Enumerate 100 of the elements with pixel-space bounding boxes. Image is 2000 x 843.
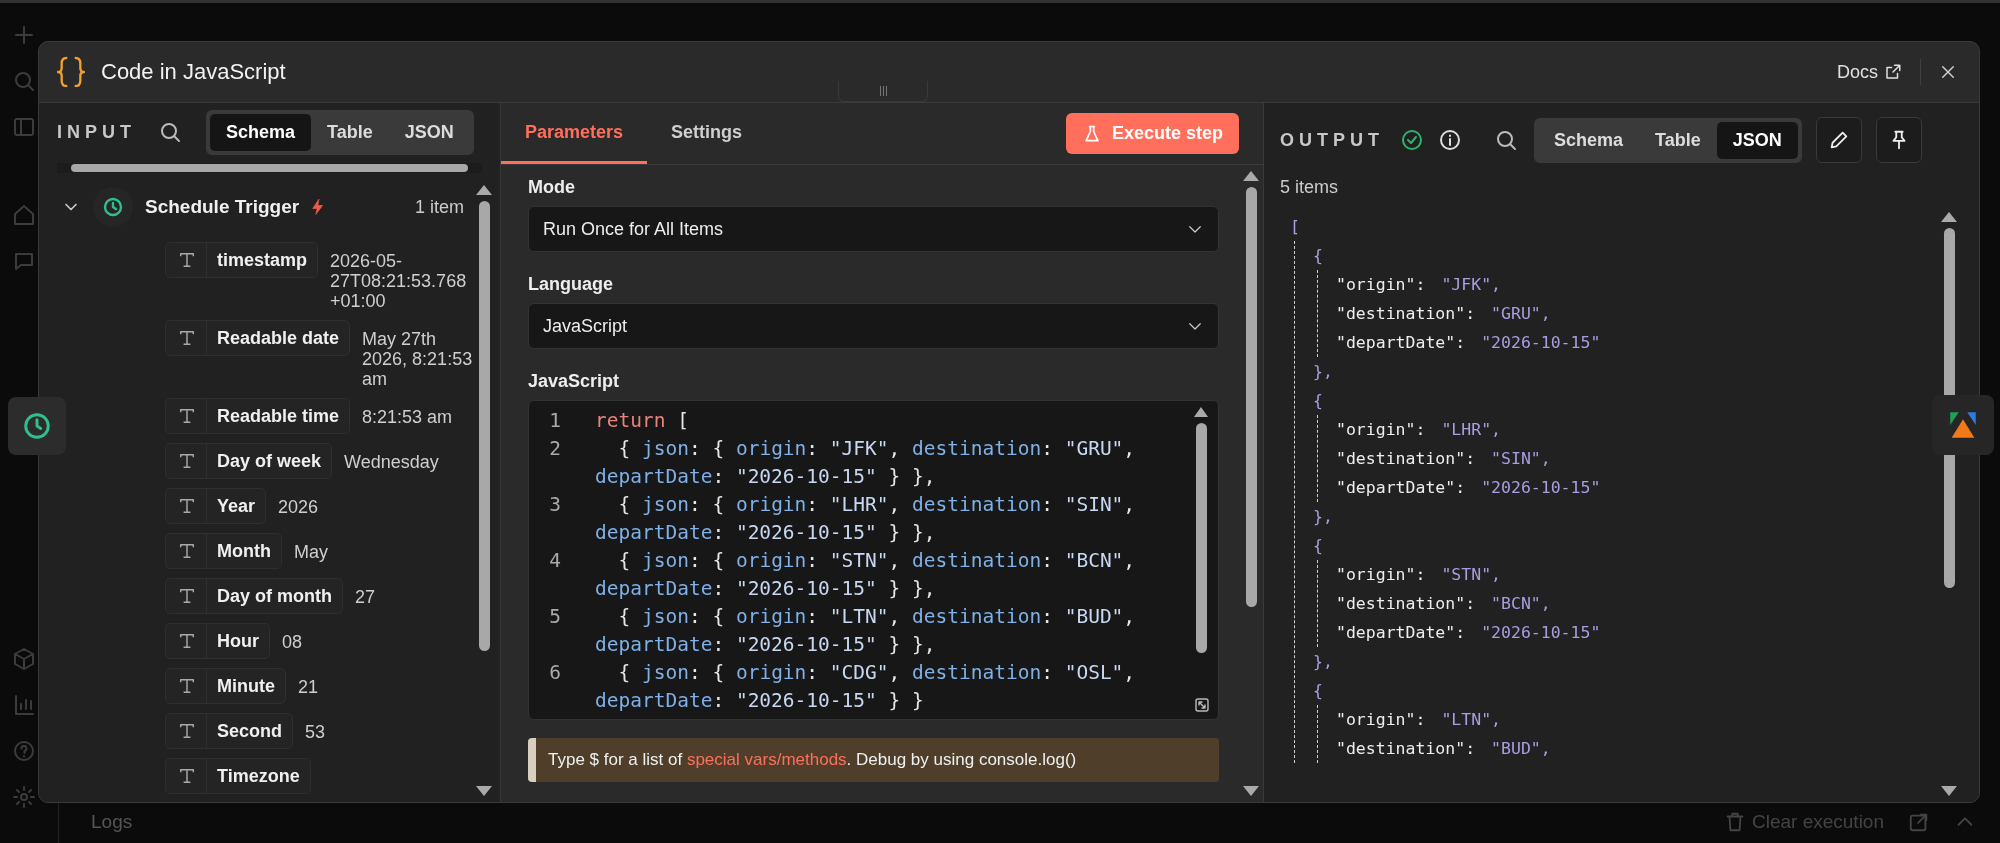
line-number: 3	[548, 492, 562, 518]
json-bracket: },	[1313, 651, 1333, 673]
special-vars-link[interactable]: special vars/methods	[686, 750, 847, 769]
text-type-icon	[178, 329, 196, 347]
json-key: "origin":	[1336, 560, 1426, 589]
node-name: Schedule Trigger	[145, 196, 300, 218]
code-editor[interactable]	[528, 400, 1219, 720]
json-key: "origin":	[1336, 270, 1426, 299]
item-count: 5 items	[1279, 177, 1340, 198]
json-value: "2026-10-15"	[1481, 332, 1601, 354]
drag-handle[interactable]	[838, 81, 928, 102]
text-type-icon	[178, 407, 196, 425]
json-key: "destination":	[1336, 589, 1476, 618]
view-tab[interactable]: JSON	[1716, 121, 1798, 159]
json-key: "origin":	[1336, 705, 1426, 734]
code-line: return [	[594, 408, 690, 434]
close-icon[interactable]	[1939, 63, 1957, 81]
field-value: Wednesday	[344, 451, 439, 472]
json-value: "2026-10-15"	[1481, 477, 1601, 499]
json-value: "BUD",	[1491, 738, 1551, 760]
field-value: 2026-05-27T08:21:53.768+01:00	[330, 250, 468, 311]
text-type-icon	[178, 767, 196, 785]
pin-button[interactable]	[1875, 117, 1922, 163]
code-line: { json: { origin: "LTN", destination: "BUD", departDate: "2026-10-15" } },	[594, 604, 1137, 658]
json-bracket: {	[1313, 680, 1323, 702]
code-line: { json: { origin: "LHR", destination: "SIN", departDate: "2026-10-15" } },	[594, 492, 1137, 546]
view-tab[interactable]: Schema	[210, 113, 312, 151]
json-value: "LHR",	[1441, 419, 1501, 441]
text-type-icon	[178, 542, 196, 560]
text-type-icon	[178, 677, 196, 695]
json-key: "destination":	[1336, 299, 1476, 328]
field-chip[interactable]: Readable time	[165, 398, 351, 434]
line-number: 5	[548, 604, 562, 630]
field-chip[interactable]: Month	[165, 533, 282, 569]
field-chip[interactable]: Year	[165, 488, 267, 524]
assistant-button[interactable]	[1932, 395, 1994, 455]
tab[interactable]: Parameters	[501, 103, 648, 164]
docs-link[interactable]: Docs	[1837, 61, 1902, 83]
code-line: { json: { origin: "CDG", destination: "OSL", departDate: "2026-10-15" } }	[594, 660, 1137, 714]
horizontal-scrollbar[interactable]	[57, 163, 482, 173]
field-value: 53	[305, 721, 326, 742]
text-type-icon	[178, 251, 196, 269]
input-title: INPUT	[57, 121, 136, 143]
edit-button[interactable]	[1815, 117, 1862, 163]
text-type-icon	[178, 632, 196, 650]
clock-icon	[93, 187, 133, 227]
search-icon[interactable]	[158, 120, 182, 144]
json-key: "origin":	[1336, 415, 1426, 444]
field-value: 2026	[278, 496, 319, 517]
field-chip[interactable]: Day of month	[165, 578, 343, 614]
field-value: 08	[282, 631, 303, 652]
view-tab[interactable]: Table	[311, 113, 389, 151]
item-count: 1 item	[414, 196, 464, 218]
field-chip[interactable]: timestamp	[165, 242, 319, 278]
json-value: "2026-10-15"	[1481, 622, 1601, 644]
clock-icon	[22, 411, 52, 441]
json-value: "STN",	[1441, 564, 1501, 586]
resize-icon[interactable]	[1194, 697, 1210, 713]
text-type-icon	[178, 722, 196, 740]
field-label: JavaScript	[528, 371, 621, 392]
info-icon[interactable]	[1438, 128, 1462, 152]
view-tab[interactable]: Table	[1639, 121, 1717, 159]
json-bracket: },	[1313, 506, 1333, 528]
field-label: Language	[528, 274, 614, 295]
field-chip[interactable]: Second	[165, 713, 293, 749]
field-label: Mode	[528, 177, 576, 198]
schedule-trigger-button[interactable]	[8, 397, 66, 455]
language-dropdown[interactable]: JavaScript	[528, 303, 1219, 349]
view-tab[interactable]: Schema	[1538, 121, 1640, 159]
json-value: "BCN",	[1491, 593, 1551, 615]
external-link-icon	[1884, 63, 1902, 81]
text-type-icon	[178, 587, 196, 605]
field-value: May	[294, 541, 328, 562]
output-title: OUTPUT	[1280, 129, 1384, 151]
json-value: "SIN",	[1491, 448, 1551, 470]
text-type-icon	[178, 452, 196, 470]
field-chip[interactable]: Minute	[165, 668, 286, 704]
field-value: 8:21:53 am	[362, 406, 453, 427]
json-value: "JFK",	[1441, 274, 1501, 296]
dialog-title: Code in JavaScript	[101, 59, 286, 85]
search-icon[interactable]	[1494, 128, 1518, 152]
field-chip[interactable]: Day of week	[165, 443, 333, 479]
json-bracket: {	[1313, 245, 1323, 267]
field-value: 27	[355, 586, 376, 607]
json-key: "departDate":	[1336, 473, 1466, 502]
json-bracket: {	[1313, 535, 1323, 557]
field-chip[interactable]: Timezone	[165, 758, 311, 794]
field-value: May 27th 2026, 8:21:53 am	[362, 328, 474, 389]
field-value: 21	[298, 676, 319, 697]
text-type-icon	[178, 497, 196, 515]
tab[interactable]: Settings	[647, 103, 767, 164]
line-number: 4	[548, 548, 562, 574]
json-bracket: [	[1290, 216, 1300, 238]
mode-dropdown[interactable]: Run Once for All Items	[528, 206, 1219, 252]
field-chip[interactable]: Hour	[165, 623, 270, 659]
view-tab[interactable]: JSON	[388, 113, 470, 151]
line-number: 1	[548, 408, 562, 434]
json-key: "departDate":	[1336, 618, 1466, 647]
field-chip[interactable]: Readable date	[165, 320, 351, 356]
code-line: { json: { origin: "JFK", destination: "GRU", departDate: "2026-10-15" } },	[594, 436, 1137, 490]
